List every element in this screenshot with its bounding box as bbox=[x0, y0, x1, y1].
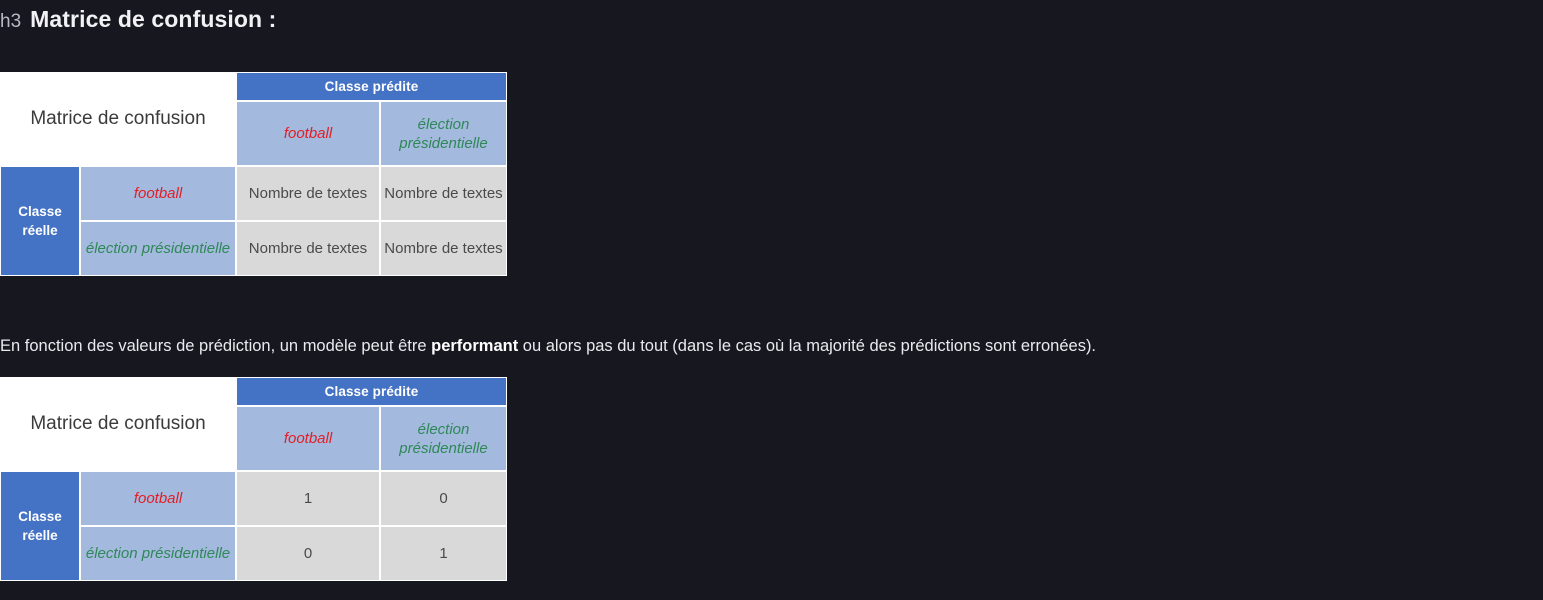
actual-label-election: élection présidentielle bbox=[80, 221, 236, 276]
matrix-corner-title: Matrice de confusion bbox=[0, 377, 236, 471]
matrix-cell: 0 bbox=[380, 471, 507, 526]
matrix-cell: 0 bbox=[236, 526, 380, 581]
explanatory-paragraph: En fonction des valeurs de prédiction, u… bbox=[0, 335, 1543, 357]
actual-label-football: football bbox=[80, 166, 236, 221]
matrix-cell: 1 bbox=[236, 471, 380, 526]
predicted-label-football: football bbox=[236, 101, 380, 166]
paragraph-text-before: En fonction des valeurs de prédiction, u… bbox=[0, 336, 432, 355]
actual-label-election: élection présidentielle bbox=[80, 526, 236, 581]
table-row: Matrice de confusion Classe prédite bbox=[0, 72, 507, 166]
page-title: Matrice de confusion : bbox=[30, 6, 277, 32]
confusion-matrix-table-generic: Matrice de confusion Classe prédite foot… bbox=[0, 72, 507, 276]
matrix-cell: Nombre de textes bbox=[380, 166, 507, 221]
predicted-label-election: élection présidentielle bbox=[380, 101, 507, 166]
paragraph-text-after: ou alors pas du tout (dans le cas où la … bbox=[518, 336, 1097, 355]
predicted-class-banner: Classe prédite bbox=[236, 377, 507, 406]
actual-class-banner: Classe réelle bbox=[0, 471, 80, 581]
predicted-label-football: football bbox=[236, 406, 380, 471]
matrix-cell: Nombre de textes bbox=[236, 166, 380, 221]
table-row: Classe réelle football 1 0 bbox=[0, 471, 507, 581]
matrix-cell: 1 bbox=[380, 526, 507, 581]
matrix-cell: Nombre de textes bbox=[236, 221, 380, 276]
table-row: Classe réelle football Nombre de textes … bbox=[0, 166, 507, 276]
paragraph-emphasis: performant bbox=[431, 336, 519, 355]
matrix-cell: Nombre de textes bbox=[380, 221, 507, 276]
matrix-corner-title: Matrice de confusion bbox=[0, 72, 236, 166]
table-row: Matrice de confusion Classe prédite bbox=[0, 377, 507, 471]
predicted-class-banner: Classe prédite bbox=[236, 72, 507, 101]
actual-label-football: football bbox=[80, 471, 236, 526]
actual-class-banner: Classe réelle bbox=[0, 166, 80, 276]
heading-tag-label: h3 bbox=[0, 11, 22, 32]
page-heading: h3 Matrice de confusion : bbox=[0, 6, 276, 40]
predicted-label-election: élection présidentielle bbox=[380, 406, 507, 471]
confusion-matrix-table-values: Matrice de confusion Classe prédite foot… bbox=[0, 377, 507, 581]
